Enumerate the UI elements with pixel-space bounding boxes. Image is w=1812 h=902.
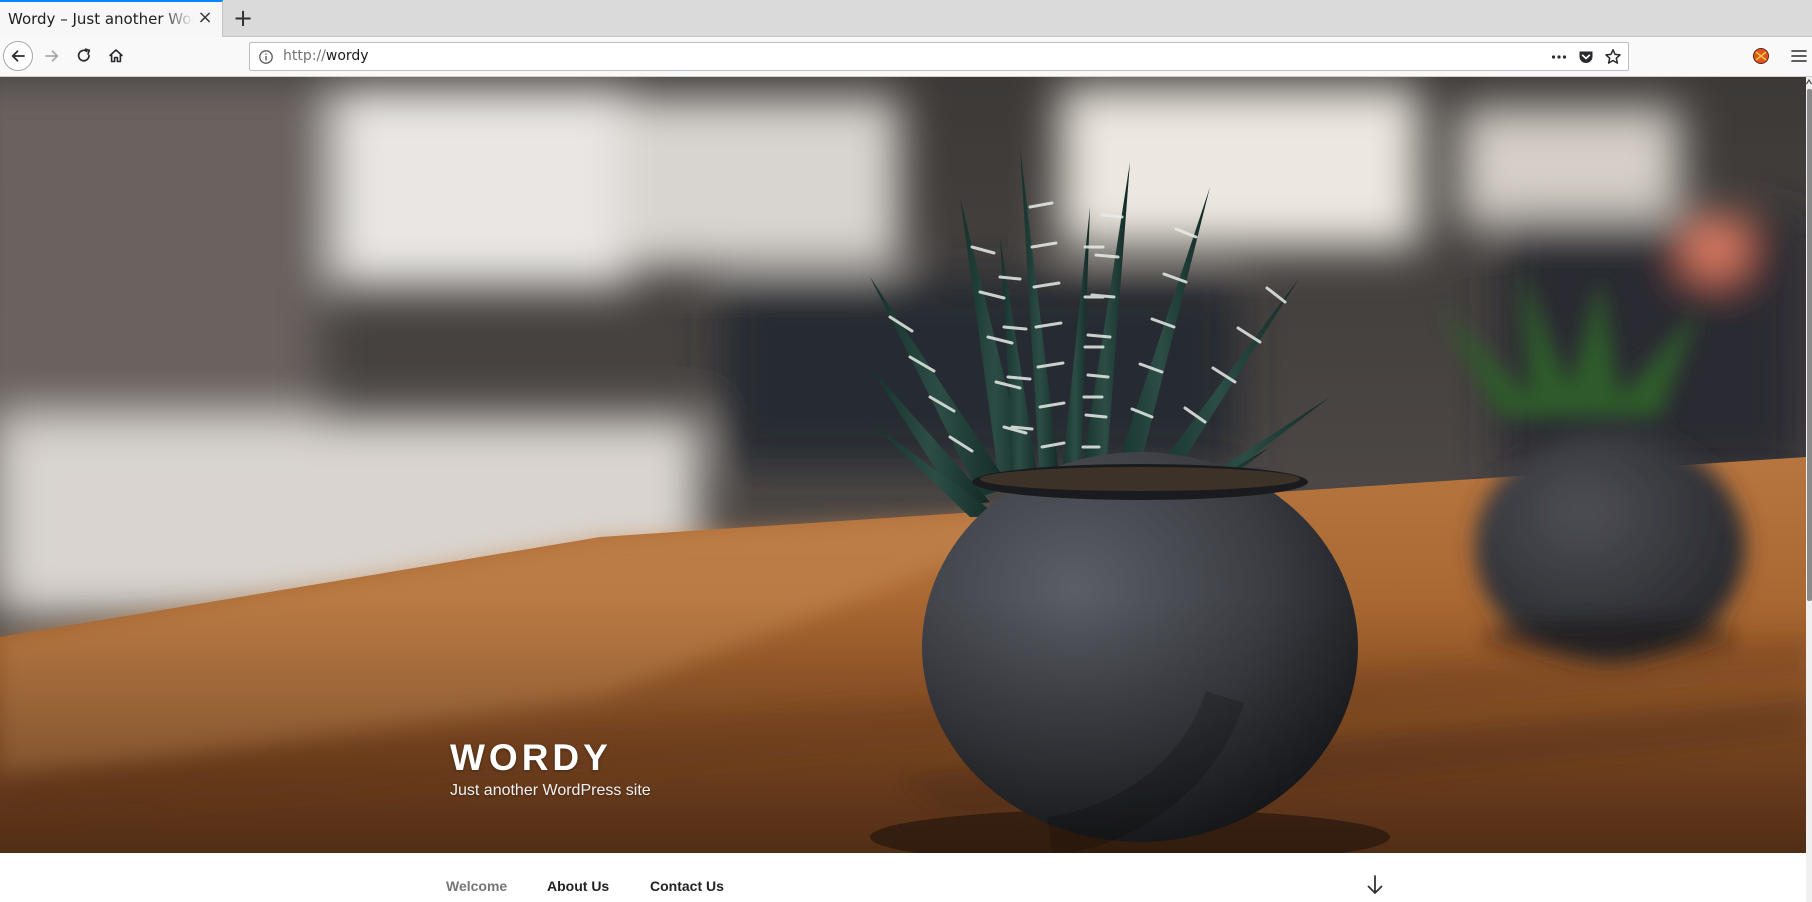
star-icon[interactable] xyxy=(1604,48,1622,66)
home-button[interactable] xyxy=(101,41,131,71)
menu-item-welcome[interactable]: Welcome xyxy=(446,878,507,894)
tab-close-icon[interactable]: × xyxy=(196,9,214,27)
tab-strip: Wordy – Just another WordPress site × + xyxy=(0,0,1812,37)
info-icon[interactable] xyxy=(258,49,274,65)
header-hero: WORDY Just another WordPress site xyxy=(0,77,1806,853)
scrollbar-thumb[interactable] xyxy=(1807,89,1812,601)
menu-item-contact-us[interactable]: Contact Us xyxy=(650,878,724,894)
menu-item-about-us[interactable]: About Us xyxy=(547,878,609,894)
url-host: wordy xyxy=(325,48,369,64)
forward-button[interactable] xyxy=(37,41,67,71)
navigation-toolbar: http://wordy xyxy=(0,37,1812,77)
scroll-up-arrow-icon[interactable] xyxy=(1806,77,1812,87)
tab-title: Wordy – Just another WordPress site xyxy=(8,10,194,28)
back-button[interactable] xyxy=(3,41,33,71)
hero-photo-illustration xyxy=(0,77,1806,853)
home-icon xyxy=(109,49,123,63)
new-tab-button[interactable]: + xyxy=(229,3,257,33)
reload-icon xyxy=(77,48,91,62)
url-protocol: http:// xyxy=(283,48,326,64)
back-arrow-icon xyxy=(11,50,25,62)
primary-menu: Welcome About Us Contact Us xyxy=(0,853,1806,902)
hamburger-menu-icon[interactable] xyxy=(1790,47,1808,65)
extension-icon[interactable] xyxy=(1752,47,1770,65)
url-bar[interactable]: http://wordy xyxy=(249,42,1629,71)
reload-button[interactable] xyxy=(69,41,99,71)
browser-tab[interactable]: Wordy – Just another WordPress site × xyxy=(0,0,223,37)
more-dots-icon[interactable] xyxy=(1550,48,1568,66)
arrow-down-icon[interactable] xyxy=(1365,874,1385,896)
forward-arrow-icon xyxy=(45,50,59,62)
url-text[interactable]: http://wordy xyxy=(283,48,369,64)
pocket-icon[interactable] xyxy=(1577,48,1595,66)
hero-image xyxy=(0,77,1806,853)
site-tagline: Just another WordPress site xyxy=(450,782,651,799)
page-scrollbar[interactable] xyxy=(1806,77,1812,902)
site-title[interactable]: WORDY xyxy=(450,737,612,779)
